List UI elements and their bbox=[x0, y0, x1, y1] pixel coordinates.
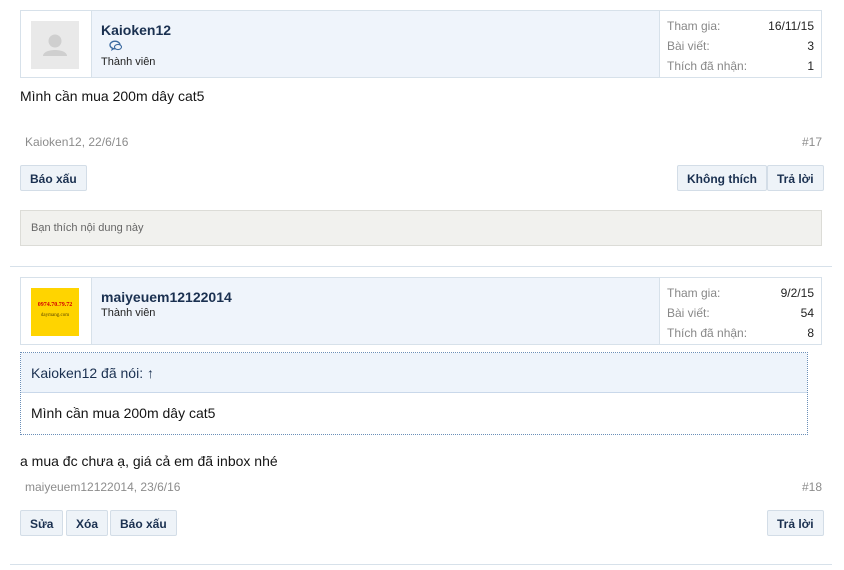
stat-joined: Tham gia: 16/11/15 bbox=[667, 19, 814, 33]
stat-label: Thích đã nhận: bbox=[667, 326, 748, 340]
avatar[interactable] bbox=[31, 21, 79, 69]
stat-likes: Thích đã nhận: 8 bbox=[667, 326, 814, 340]
post-meta[interactable]: Kaioken12, 22/6/16 bbox=[25, 135, 128, 149]
post-18-userbar: 0974.70.79.72 daymang.com maiyeuem121220… bbox=[20, 277, 822, 345]
stat-value: 9/2/15 bbox=[780, 286, 814, 300]
avatar-box: 0974.70.79.72 daymang.com bbox=[21, 278, 91, 344]
user-info: maiyeuem12122014 Thành viên bbox=[91, 278, 659, 344]
stat-label: Bài viết: bbox=[667, 306, 710, 320]
reply-button[interactable]: Trả lời bbox=[767, 510, 824, 536]
stat-joined: Tham gia: 9/2/15 bbox=[667, 286, 814, 300]
stat-likes: Thích đã nhận: 1 bbox=[667, 59, 814, 73]
post-meta[interactable]: maiyeuem12122014, 23/6/16 bbox=[25, 480, 180, 494]
username-link[interactable]: Kaioken12 bbox=[101, 22, 171, 38]
post-message: a mua đc chưa ạ, giá cả em đã inbox nhé bbox=[20, 453, 278, 469]
unlike-button[interactable]: Không thích bbox=[677, 165, 767, 191]
user-title: Thành viên bbox=[101, 307, 156, 319]
report-button[interactable]: Báo xấu bbox=[110, 510, 177, 536]
stat-label: Tham gia: bbox=[667, 19, 721, 33]
avatar-site-text: daymang.com bbox=[40, 313, 70, 318]
quote-block: Kaioken12 đã nói: ↑ Mình cần mua 200m dâ… bbox=[20, 352, 808, 435]
user-info: Kaioken12 Thành viên bbox=[91, 11, 659, 77]
user-stats: Tham gia: 9/2/15 Bài viết: 54 Thích đã n… bbox=[659, 278, 821, 344]
stat-value: 16/11/15 bbox=[768, 19, 814, 33]
edit-button[interactable]: Sửa bbox=[20, 510, 64, 536]
user-stats: Tham gia: 16/11/15 Bài viết: 3 Thích đã … bbox=[659, 11, 821, 77]
username-link[interactable]: maiyeuem12122014 bbox=[101, 289, 232, 305]
avatar-phone-text: 0974.70.79.72 bbox=[37, 302, 73, 308]
avatar[interactable]: 0974.70.79.72 daymang.com bbox=[31, 288, 79, 336]
post-separator bbox=[10, 266, 832, 267]
quote-author-link[interactable]: Kaioken12 đã nói: ↑ bbox=[31, 365, 154, 381]
quote-text: Mình cần mua 200m dây cat5 bbox=[31, 405, 216, 421]
post-17-userbar: Kaioken12 Thành viên Tham gia: 16/11/15 … bbox=[20, 10, 822, 78]
stat-posts: Bài viết: 3 bbox=[667, 39, 814, 53]
stat-value[interactable]: 54 bbox=[801, 306, 814, 320]
stat-label: Tham gia: bbox=[667, 286, 721, 300]
post-number[interactable]: #17 bbox=[802, 135, 822, 149]
delete-button[interactable]: Xóa bbox=[66, 510, 109, 536]
likes-summary: Bạn thích nội dung này bbox=[20, 210, 822, 246]
stat-posts: Bài viết: 54 bbox=[667, 306, 814, 320]
reply-button[interactable]: Trả lời bbox=[767, 165, 824, 191]
quote-header: Kaioken12 đã nói: ↑ bbox=[21, 353, 807, 393]
user-title: Thành viên bbox=[101, 56, 156, 68]
post-separator bbox=[10, 564, 832, 565]
avatar-box bbox=[21, 11, 91, 77]
stat-label: Thích đã nhận: bbox=[667, 59, 748, 73]
user-silhouette-icon bbox=[43, 34, 67, 56]
chat-bubble-icon[interactable] bbox=[109, 40, 123, 52]
stat-label: Bài viết: bbox=[667, 39, 710, 53]
post-message: Mình cần mua 200m dây cat5 bbox=[20, 88, 205, 104]
report-button[interactable]: Báo xấu bbox=[20, 165, 87, 191]
stat-value: 8 bbox=[807, 326, 814, 340]
likes-text: Bạn thích nội dung này bbox=[31, 222, 144, 234]
stat-value[interactable]: 3 bbox=[807, 39, 814, 53]
post-number[interactable]: #18 bbox=[802, 480, 822, 494]
stat-value: 1 bbox=[807, 59, 814, 73]
